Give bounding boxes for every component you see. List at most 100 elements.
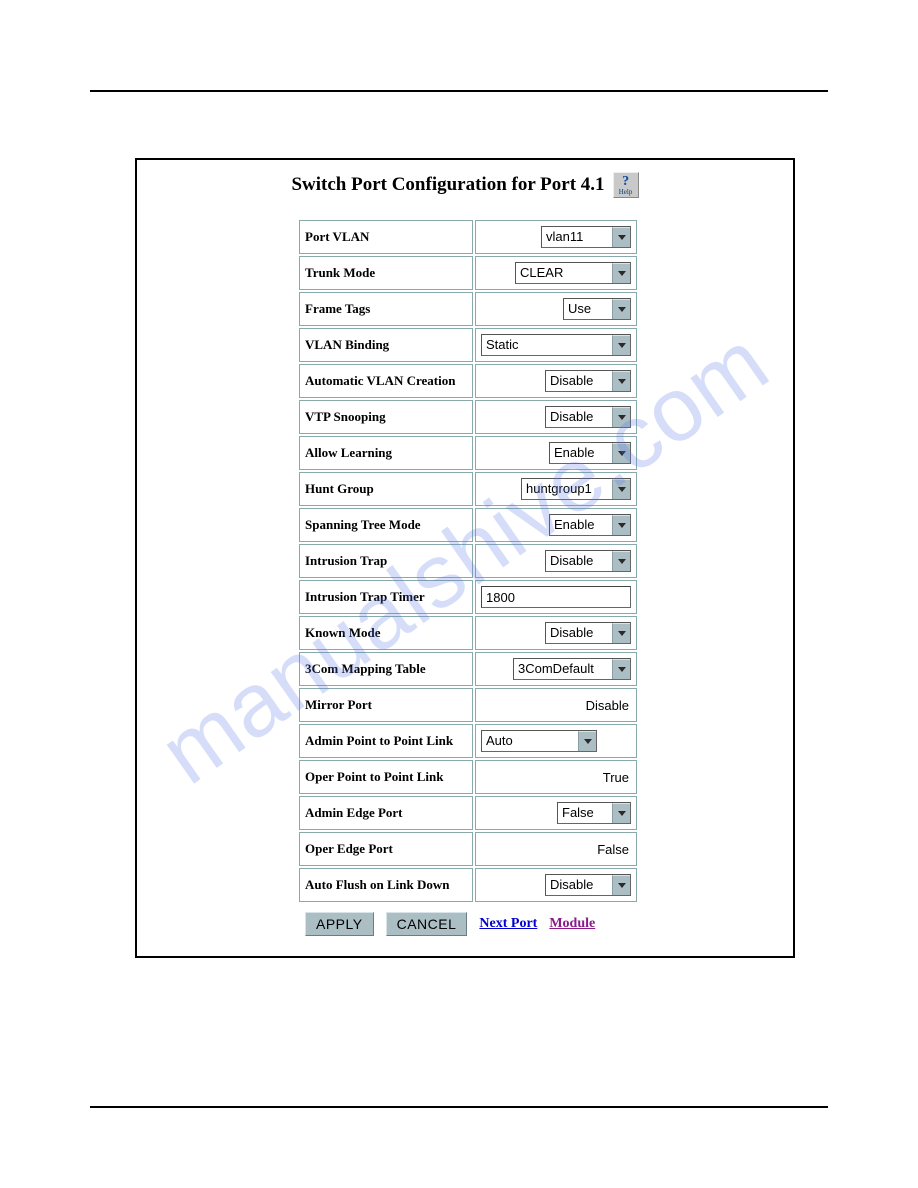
next-port-link[interactable]: Next Port	[479, 916, 537, 932]
help-button[interactable]: ? Help	[613, 172, 639, 198]
chevron-down-icon[interactable]	[612, 263, 630, 283]
apply-button[interactable]: APPLY	[305, 912, 374, 936]
table-row: Intrusion TrapDisable	[299, 544, 637, 578]
chevron-down-icon[interactable]	[612, 299, 630, 319]
select-dropdown[interactable]: Disable	[545, 622, 631, 644]
text-input[interactable]	[481, 586, 631, 608]
field-control-cell: Disable	[475, 868, 637, 902]
field-control-cell: Disable	[475, 688, 637, 722]
table-row: 3Com Mapping Table 3ComDefault	[299, 652, 637, 686]
field-control-cell: Disable	[475, 616, 637, 650]
chevron-down-icon[interactable]	[612, 371, 630, 391]
select-dropdown[interactable]: huntgroup1	[521, 478, 631, 500]
static-value: Disable	[586, 698, 631, 713]
field-control-cell: True	[475, 760, 637, 794]
table-row: Mirror Port Disable	[299, 688, 637, 722]
field-control-cell: 3ComDefault	[475, 652, 637, 686]
field-label: 3Com Mapping Table	[299, 652, 473, 686]
help-label: Help	[619, 189, 633, 196]
chevron-down-icon[interactable]	[612, 551, 630, 571]
table-row: VTP Snooping Disable	[299, 400, 637, 434]
table-row: Admin Point to Point Link Auto	[299, 724, 637, 758]
select-dropdown[interactable]: Disable	[545, 874, 631, 896]
field-label: Admin Point to Point Link	[299, 724, 473, 758]
title-row: Switch Port Configuration for Port 4.1 ?…	[137, 160, 793, 208]
chevron-down-icon[interactable]	[612, 479, 630, 499]
page-title: Switch Port Configuration for Port 4.1	[291, 174, 604, 196]
field-label: Oper Edge Port	[299, 832, 473, 866]
select-value: Static	[482, 335, 612, 355]
select-dropdown[interactable]: vlan11	[541, 226, 631, 248]
field-label: Allow Learning	[299, 436, 473, 470]
select-dropdown[interactable]: 3ComDefault	[513, 658, 631, 680]
select-value: huntgroup1	[522, 479, 612, 499]
field-label: Known Mode	[299, 616, 473, 650]
chevron-down-icon[interactable]	[612, 875, 630, 895]
table-row: Intrusion Trap Timer	[299, 580, 637, 614]
chevron-down-icon[interactable]	[612, 623, 630, 643]
field-control-cell: Use	[475, 292, 637, 326]
field-control-cell: Enable	[475, 508, 637, 542]
table-row: Auto Flush on Link Down Disable	[299, 868, 637, 902]
chevron-down-icon[interactable]	[612, 443, 630, 463]
header-rule	[90, 90, 828, 92]
select-value: Enable	[550, 515, 612, 535]
field-label: Intrusion Trap Timer	[299, 580, 473, 614]
field-control-cell: Disable	[475, 544, 637, 578]
static-value: True	[603, 770, 631, 785]
select-value: Use	[564, 299, 612, 319]
field-label: VLAN Binding	[299, 328, 473, 362]
field-control-cell: Auto	[475, 724, 637, 758]
field-label: Port VLAN	[299, 220, 473, 254]
cancel-button[interactable]: CANCEL	[386, 912, 468, 936]
chevron-down-icon[interactable]	[612, 335, 630, 355]
module-link[interactable]: Module	[549, 916, 595, 932]
select-dropdown[interactable]: Enable	[549, 514, 631, 536]
static-value: False	[597, 842, 631, 857]
select-value: Enable	[550, 443, 612, 463]
select-dropdown[interactable]: CLEAR	[515, 262, 631, 284]
chevron-down-icon[interactable]	[612, 407, 630, 427]
select-dropdown[interactable]: Static	[481, 334, 631, 356]
select-value: vlan11	[542, 227, 612, 247]
select-dropdown[interactable]: Disable	[545, 550, 631, 572]
field-label: Spanning Tree Mode	[299, 508, 473, 542]
field-label: Mirror Port	[299, 688, 473, 722]
table-row: Port VLAN vlan11	[299, 220, 637, 254]
select-dropdown[interactable]: Disable	[545, 406, 631, 428]
select-dropdown[interactable]: Disable	[545, 370, 631, 392]
chevron-down-icon[interactable]	[612, 803, 630, 823]
field-label: Oper Point to Point Link	[299, 760, 473, 794]
table-row: Hunt Grouphuntgroup1	[299, 472, 637, 506]
field-label: VTP Snooping	[299, 400, 473, 434]
field-control-cell: False	[475, 796, 637, 830]
config-table: Port VLAN vlan11 Trunk Mode CLEAR Frame Tags…	[297, 218, 639, 904]
table-row: Spanning Tree Mode Enable	[299, 508, 637, 542]
chevron-down-icon[interactable]	[612, 515, 630, 535]
table-row: Allow Learning Enable	[299, 436, 637, 470]
help-icon: ?	[622, 175, 629, 189]
select-value: Disable	[546, 623, 612, 643]
field-control-cell: Enable	[475, 436, 637, 470]
table-row: Trunk Mode CLEAR	[299, 256, 637, 290]
select-dropdown[interactable]: Enable	[549, 442, 631, 464]
field-control-cell: vlan11	[475, 220, 637, 254]
select-dropdown[interactable]: Use	[563, 298, 631, 320]
field-label: Admin Edge Port	[299, 796, 473, 830]
table-row: Automatic VLAN CreationDisable	[299, 364, 637, 398]
chevron-down-icon[interactable]	[612, 659, 630, 679]
chevron-down-icon[interactable]	[578, 731, 596, 751]
field-label: Frame Tags	[299, 292, 473, 326]
select-dropdown[interactable]: Auto	[481, 730, 597, 752]
table-row: VLAN Binding Static	[299, 328, 637, 362]
select-value: Auto	[482, 731, 578, 751]
select-dropdown[interactable]: False	[557, 802, 631, 824]
chevron-down-icon[interactable]	[612, 227, 630, 247]
select-value: False	[558, 803, 612, 823]
field-label: Trunk Mode	[299, 256, 473, 290]
table-row: Oper Edge Port False	[299, 832, 637, 866]
select-value: Disable	[546, 407, 612, 427]
field-label: Auto Flush on Link Down	[299, 868, 473, 902]
table-row: Known Mode Disable	[299, 616, 637, 650]
select-value: Disable	[546, 371, 612, 391]
